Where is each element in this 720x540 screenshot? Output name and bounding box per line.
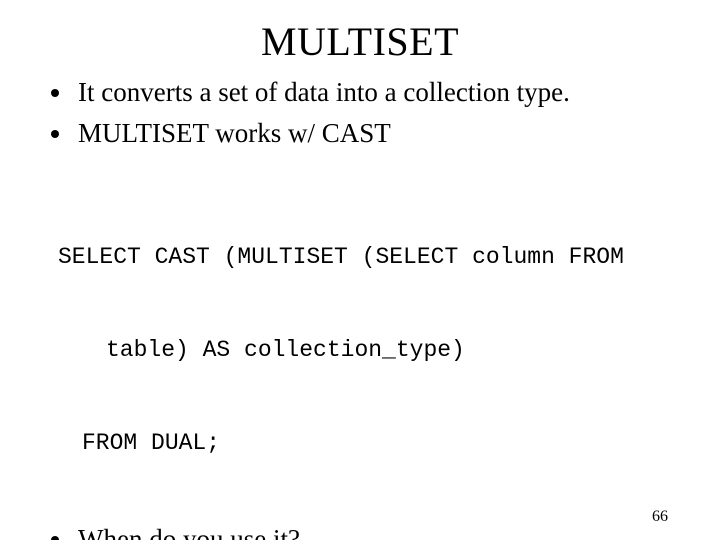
bullet-item: It converts a set of data into a collect… xyxy=(74,75,668,110)
bullet-list-top: It converts a set of data into a collect… xyxy=(74,75,668,150)
slide-title: MULTISET xyxy=(52,18,668,65)
code-line: table) AS collection_type) xyxy=(58,335,668,366)
code-line: FROM DUAL; xyxy=(58,428,668,459)
code-block: SELECT CAST (MULTISET (SELECT column FRO… xyxy=(52,180,668,522)
slide: MULTISET It converts a set of data into … xyxy=(0,0,720,540)
page-number: 66 xyxy=(652,508,668,526)
bullet-item: MULTISET works w/ CAST xyxy=(74,116,668,151)
code-line: SELECT CAST (MULTISET (SELECT column FRO… xyxy=(58,242,668,273)
bullet-list-bottom: When do you use it? xyxy=(74,522,668,540)
bullet-item: When do you use it? xyxy=(74,522,668,540)
